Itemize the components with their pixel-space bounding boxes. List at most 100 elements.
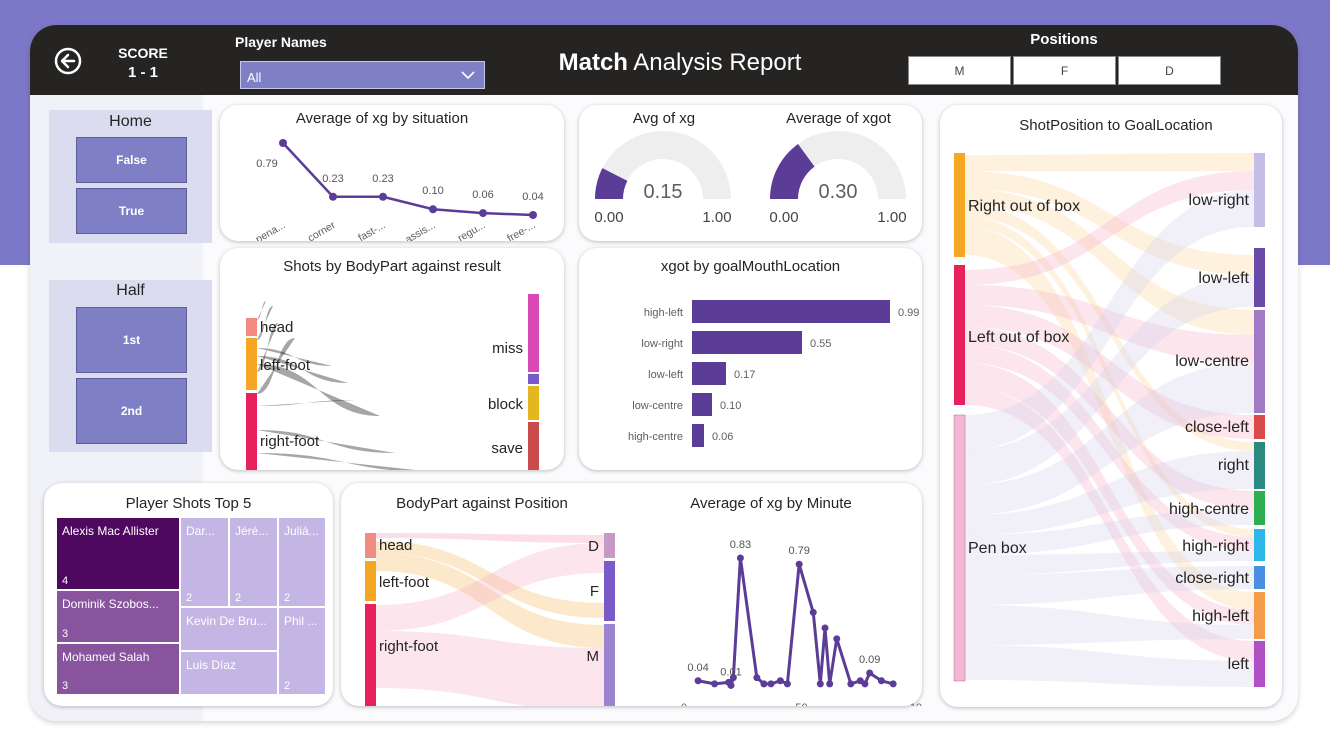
treemap-cell-count: 3 [62, 680, 69, 692]
shot-target-node [1254, 248, 1265, 307]
bodypart-result-card: Shots by BodyPart against result head lef… [220, 248, 564, 470]
situation-tick-label: assis... [403, 219, 437, 241]
result-target-label: block [488, 396, 524, 413]
situation-data-label: 0.04 [522, 191, 543, 203]
home-slicer-title: Home [109, 113, 152, 130]
situation-point [479, 209, 487, 218]
minute-point [833, 635, 841, 643]
top5-card: Player Shots Top 5 Alexis Mac Allister 4 … [44, 483, 333, 706]
position-button-m[interactable]: M [908, 56, 1011, 85]
shot-target-label: left [1228, 656, 1250, 673]
home-true-button[interactable]: True [76, 188, 187, 234]
half-slicer: Half 1st 2nd [49, 280, 212, 452]
page-title: Match Analysis Report [500, 49, 860, 77]
treemap-cell-name: Alexis Mac Allister [62, 524, 159, 538]
goalmouth-value-label: 0.17 [734, 369, 755, 381]
xg-gauge-value: 0.15 [644, 181, 683, 203]
position-source-node [365, 561, 376, 601]
shot-target-node [1254, 529, 1265, 561]
positions-label: Positions [1030, 31, 1098, 48]
treemap-cell[interactable]: Phil ... 2 [278, 607, 326, 695]
treemap-cell-count: 2 [284, 592, 291, 604]
minute-point [767, 680, 775, 688]
situation-tick-label: pena... [254, 219, 288, 241]
shot-target-node [1254, 153, 1265, 227]
minute-point [760, 680, 768, 688]
position-source-label: head [379, 537, 412, 554]
result-target-node [528, 294, 539, 372]
minute-point [847, 680, 855, 688]
position-target-label: F [590, 583, 599, 600]
shot-target-node [1254, 491, 1265, 525]
player-names-dropdown[interactable]: All [240, 61, 485, 89]
title-bold: Match [558, 49, 628, 76]
position-source-label: left-foot [379, 574, 430, 591]
goalmouth-bar [692, 393, 712, 416]
situation-point [329, 192, 337, 201]
back-arrow-icon[interactable] [54, 47, 82, 75]
minute-point [821, 624, 829, 632]
situation-data-label: 0.10 [422, 185, 443, 197]
situation-line [282, 142, 534, 217]
shot-target-node [1254, 592, 1265, 639]
half-1st-button[interactable]: 1st [76, 307, 187, 373]
minute-point [826, 680, 834, 688]
treemap-cell-count: 3 [62, 628, 69, 640]
result-source-label: right-foot [260, 433, 320, 450]
goalmouth-value-label: 0.55 [810, 338, 831, 350]
half-2nd-button[interactable]: 2nd [76, 378, 187, 444]
goalmouth-category-label: high-left [644, 307, 683, 319]
treemap-cell[interactable]: Luis Díaz [180, 651, 278, 695]
result-source-node [246, 338, 257, 390]
treemap-cell[interactable]: Alexis Mac Allister 4 [56, 517, 180, 590]
position-target-node [604, 561, 615, 621]
treemap-cell[interactable]: Mohamed Salah 3 [56, 643, 180, 695]
treemap-cell[interactable]: Kevin De Bru... [180, 607, 278, 651]
shot-target-node [1254, 442, 1265, 489]
situation-tick-label: fast-... [356, 219, 387, 241]
treemap-cell[interactable]: Jéré... 2 [229, 517, 278, 607]
result-flow [257, 453, 416, 470]
result-source-node [246, 393, 257, 470]
treemap-cell-name: Luis Díaz [186, 658, 237, 672]
treemap-cell-count: 2 [186, 592, 193, 604]
minute-point [736, 554, 744, 562]
result-target-node [528, 386, 539, 420]
minute-point [783, 680, 791, 688]
minute-point [753, 674, 761, 682]
goalmouth-bar [692, 424, 704, 447]
gauges-card: Avg of xg Average of xgot 0.15 0.00 1.00 0.… [579, 105, 922, 241]
position-button-f[interactable]: F [1013, 56, 1116, 85]
treemap-cell[interactable]: Dominik Szobos... 3 [56, 590, 180, 643]
minute-point [816, 680, 824, 688]
position-target-label: D [588, 538, 599, 555]
bodypart-position-card: BodyPart against Position Average of xg … [341, 483, 922, 706]
result-source-node [246, 318, 257, 336]
minute-point [727, 681, 735, 689]
shot-target-node [1254, 310, 1265, 413]
xg-gauge-min: 0.00 [594, 209, 623, 226]
minute-point [776, 677, 784, 685]
shot-source-label: Pen box [968, 540, 1027, 557]
home-false-button[interactable]: False [76, 137, 187, 183]
shot-target-label: close-right [1175, 570, 1249, 587]
treemap-cell[interactable]: Dar... 2 [180, 517, 229, 607]
goalmouth-bar-chart: high-left 0.99 low-right 0.55 low-left 0.17 lo… [628, 300, 919, 447]
treemap-cell-count: 2 [235, 592, 242, 604]
shot-source-node [954, 265, 965, 405]
shot-source-node [954, 153, 965, 257]
result-source-label: left-foot [260, 357, 311, 374]
result-target-label: miss [492, 340, 523, 357]
shot-target-label: high-left [1192, 608, 1249, 625]
result-flow [257, 301, 266, 320]
treemap-cell-name: Mohamed Salah [62, 650, 150, 664]
minute-data-label: 0.09 [859, 654, 880, 666]
position-button-d[interactable]: D [1118, 56, 1221, 85]
position-target-node [604, 624, 615, 706]
minute-point [795, 560, 803, 568]
shot-target-label: close-left [1185, 419, 1250, 436]
minute-point [866, 669, 874, 677]
treemap-cell[interactable]: Juliá... 2 [278, 517, 326, 607]
minute-point [694, 677, 702, 685]
result-target-node [528, 374, 539, 384]
